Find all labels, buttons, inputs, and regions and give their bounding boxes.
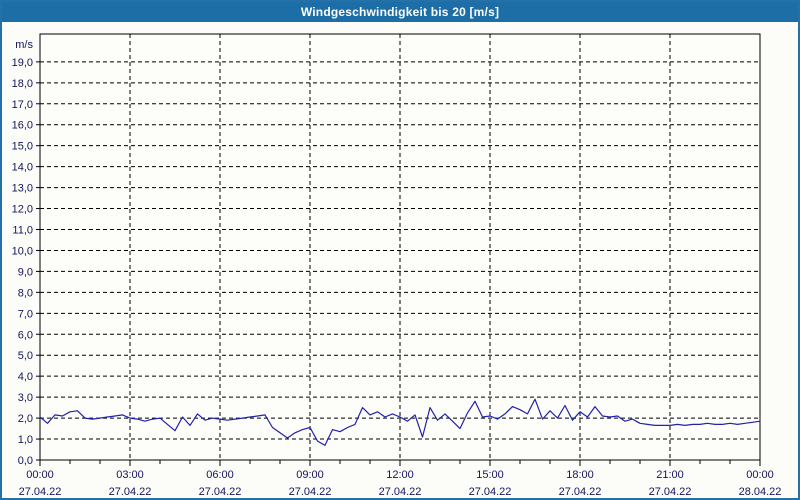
window-title: Windgeschwindigkeit bis 20 [m/s]: [300, 5, 500, 19]
y-tick-label: 19,0: [12, 57, 33, 69]
y-tick-label: 15,0: [12, 141, 33, 153]
y-tick-label: 4,0: [18, 371, 33, 383]
x-tick-date-label: 27.04.22: [469, 486, 512, 498]
wind-chart-window: Windgeschwindigkeit bis 20 [m/s] 0,0 1,0 2…: [0, 0, 800, 500]
y-tick-label: 13,0: [12, 183, 33, 195]
x-tick-time-label: 15:00: [476, 469, 504, 481]
y-tick-label: 11,0: [12, 225, 33, 237]
y-tick-label: 14,0: [12, 162, 33, 174]
x-tick-date-label: 28.04.22: [739, 486, 782, 498]
x-tick-time-label: 00:00: [26, 469, 54, 481]
y-tick-label: 12,0: [12, 204, 33, 216]
y-tick-label: 2,0: [18, 413, 33, 425]
y-tick-label: 1,0: [18, 434, 33, 446]
y-tick-label: 8,0: [18, 287, 33, 299]
x-tick-time-label: 09:00: [296, 469, 324, 481]
wind-speed-chart: 0,0 1,0 2,0 3,0 4,0 5,0 6,0 7,0 8,0 9,0 10,0 11,0 12…: [12, 33, 782, 498]
x-tick-date-label: 27.04.22: [109, 486, 152, 498]
x-tick-time-label: 21:00: [656, 469, 684, 481]
y-tick-label: 3,0: [18, 392, 33, 404]
x-tick-time-label: 18:00: [566, 469, 594, 481]
x-tick-time-label: 03:00: [116, 469, 144, 481]
x-tick-date-label: 27.04.22: [379, 486, 422, 498]
x-tick-date-label: 27.04.22: [289, 486, 332, 498]
y-tick-label: 0,0: [18, 455, 33, 467]
y-tick-label: 5,0: [18, 350, 33, 362]
x-tick-date-label: 27.04.22: [559, 486, 602, 498]
y-tick-label: 17,0: [12, 99, 33, 111]
x-tick-date-label: 27.04.22: [649, 486, 692, 498]
x-tick-time-label: 12:00: [386, 469, 414, 481]
x-tick-date-label: 27.04.22: [199, 486, 242, 498]
y-tick-label: 16,0: [12, 120, 33, 132]
window-title-bar: Windgeschwindigkeit bis 20 [m/s]: [2, 2, 798, 22]
y-tick-label: 7,0: [18, 308, 33, 320]
y-axis-unit-label: m/s: [15, 39, 33, 51]
y-tick-label: 6,0: [18, 329, 33, 341]
y-tick-label: 9,0: [18, 266, 33, 278]
x-tick-time-label: 06:00: [206, 469, 234, 481]
y-tick-label: 10,0: [12, 245, 33, 257]
x-tick-date-label: 27.04.22: [19, 486, 62, 498]
x-tick-time-label: 00:00: [746, 469, 774, 481]
y-tick-label: 18,0: [12, 78, 33, 90]
